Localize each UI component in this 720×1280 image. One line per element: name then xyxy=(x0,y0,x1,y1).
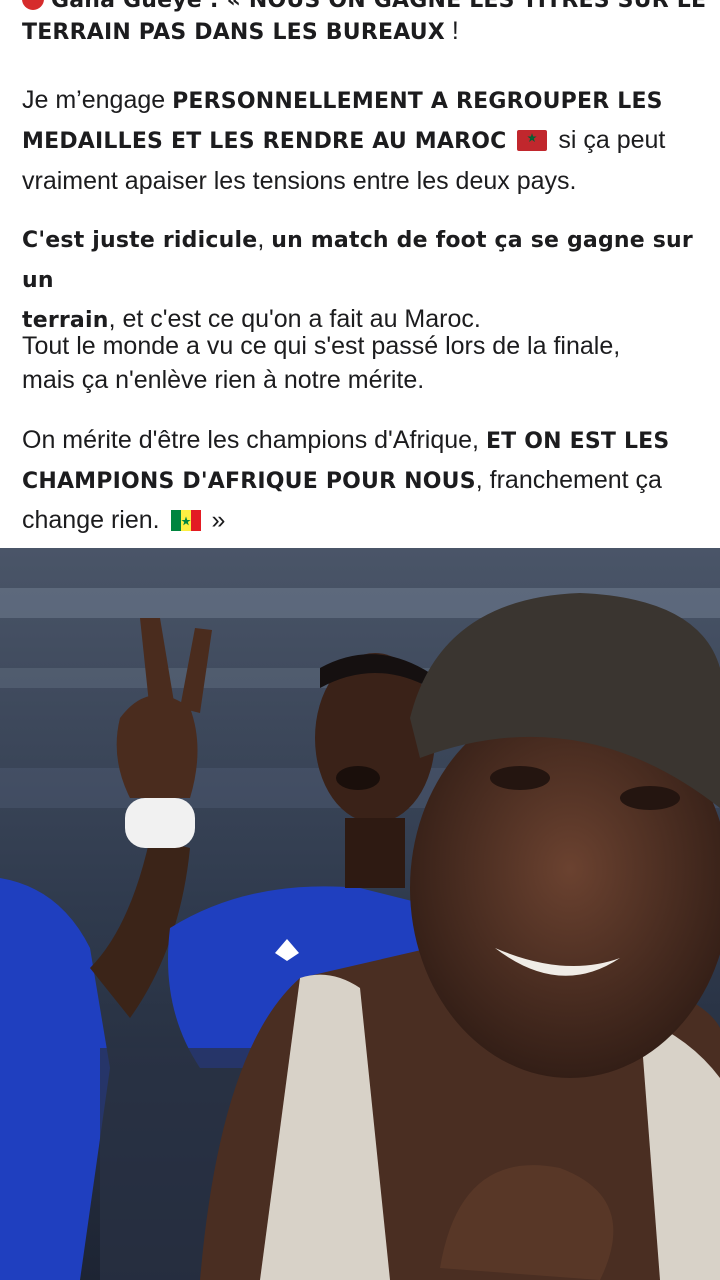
paragraph-1: Je m’engage PERSONNELLEMENT A REGROUPER … xyxy=(22,86,666,195)
alert-emoji-icon xyxy=(22,0,44,10)
paragraph-3: Tout le monde a vu ce qui s'est passé lo… xyxy=(22,332,621,394)
post-text: Gana Gueye : « NOUS ON GAGNE LES TITRES … xyxy=(0,0,720,548)
post-photo[interactable] xyxy=(0,548,720,1280)
paragraph-0: TERRAIN PAS DANS LES BUREAUX ! xyxy=(22,17,459,45)
morocco-flag-icon xyxy=(517,124,548,162)
paragraph-2: C'est juste ridicule, un match de foot ç… xyxy=(22,225,693,333)
paragraph-4: On mérite d'être les champions d'Afrique… xyxy=(22,421,712,542)
senegal-flag-icon xyxy=(170,504,201,542)
